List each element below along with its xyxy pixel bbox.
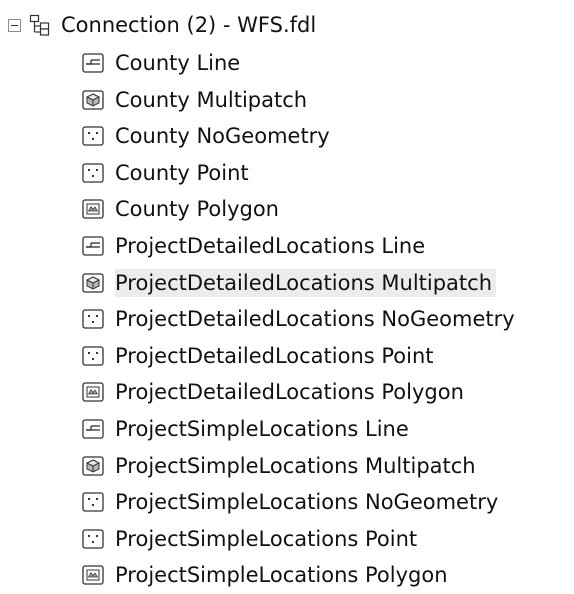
- tree-item-label: County NoGeometry: [115, 124, 330, 148]
- tree-item[interactable]: County Point: [82, 157, 253, 189]
- point-icon: [82, 492, 115, 512]
- point-icon: [82, 309, 115, 329]
- tree-root-row[interactable]: Connection (2) - WFS.fdl: [8, 9, 316, 41]
- tree-item-label: County Multipatch: [115, 88, 308, 112]
- point-icon: [82, 346, 115, 366]
- tree-item-label: ProjectSimpleLocations Multipatch: [115, 454, 476, 478]
- tree-item-label: ProjectDetailedLocations Line: [115, 234, 426, 258]
- point-icon: [82, 163, 115, 183]
- multipatch-icon: [82, 90, 115, 110]
- line-icon: [82, 53, 115, 73]
- polygon-icon: [82, 565, 115, 585]
- tree-item-label: ProjectSimpleLocations Polygon: [115, 563, 448, 587]
- tree-item[interactable]: ProjectSimpleLocations Multipatch: [82, 450, 480, 482]
- tree-item-label: ProjectSimpleLocations Line: [115, 417, 409, 441]
- tree-item-label: ProjectDetailedLocations Polygon: [115, 380, 464, 404]
- line-icon: [82, 419, 115, 439]
- tree-item[interactable]: County Multipatch: [82, 84, 311, 116]
- tree-item[interactable]: ProjectDetailedLocations Point: [82, 340, 438, 372]
- point-icon: [82, 529, 115, 549]
- multipatch-icon: [82, 273, 115, 293]
- tree-item-label: ProjectSimpleLocations NoGeometry: [115, 490, 499, 514]
- connection-tree: Connection (2) - WFS.fdl County Line Coun…: [0, 0, 574, 594]
- tree-item-label: ProjectDetailedLocations Multipatch: [115, 269, 497, 297]
- tree-root-label: Connection (2) - WFS.fdl: [61, 13, 317, 37]
- tree-item-label: ProjectSimpleLocations Point: [115, 527, 418, 551]
- tree-item-label: County Point: [115, 161, 249, 185]
- tree-item-label: ProjectDetailedLocations NoGeometry: [115, 307, 515, 331]
- tree-item[interactable]: ProjectDetailedLocations Polygon: [82, 376, 468, 408]
- tree-item[interactable]: ProjectSimpleLocations Polygon: [82, 559, 452, 591]
- tree-item[interactable]: ProjectDetailedLocations Line: [82, 230, 429, 262]
- point-icon: [82, 126, 115, 146]
- tree-item[interactable]: ProjectSimpleLocations Point: [82, 523, 421, 555]
- tree-item-label: ProjectDetailedLocations Point: [115, 344, 434, 368]
- tree-item[interactable]: ProjectSimpleLocations Line: [82, 413, 413, 445]
- tree-item-label: County Line: [115, 51, 241, 75]
- polygon-icon: [82, 382, 115, 402]
- connection-icon: [29, 14, 50, 36]
- multipatch-icon: [82, 456, 115, 476]
- tree-item[interactable]: County Line: [82, 47, 244, 79]
- tree-item[interactable]: ProjectSimpleLocations NoGeometry: [82, 486, 502, 518]
- tree-item[interactable]: ProjectDetailedLocations Multipatch: [82, 267, 497, 299]
- tree-item[interactable]: County Polygon: [82, 193, 283, 225]
- tree-item-label: County Polygon: [115, 197, 279, 221]
- tree-item[interactable]: ProjectDetailedLocations NoGeometry: [82, 303, 519, 335]
- collapse-icon[interactable]: [8, 18, 21, 32]
- polygon-icon: [82, 199, 115, 219]
- tree-item[interactable]: County NoGeometry: [82, 120, 334, 152]
- line-icon: [82, 236, 115, 256]
